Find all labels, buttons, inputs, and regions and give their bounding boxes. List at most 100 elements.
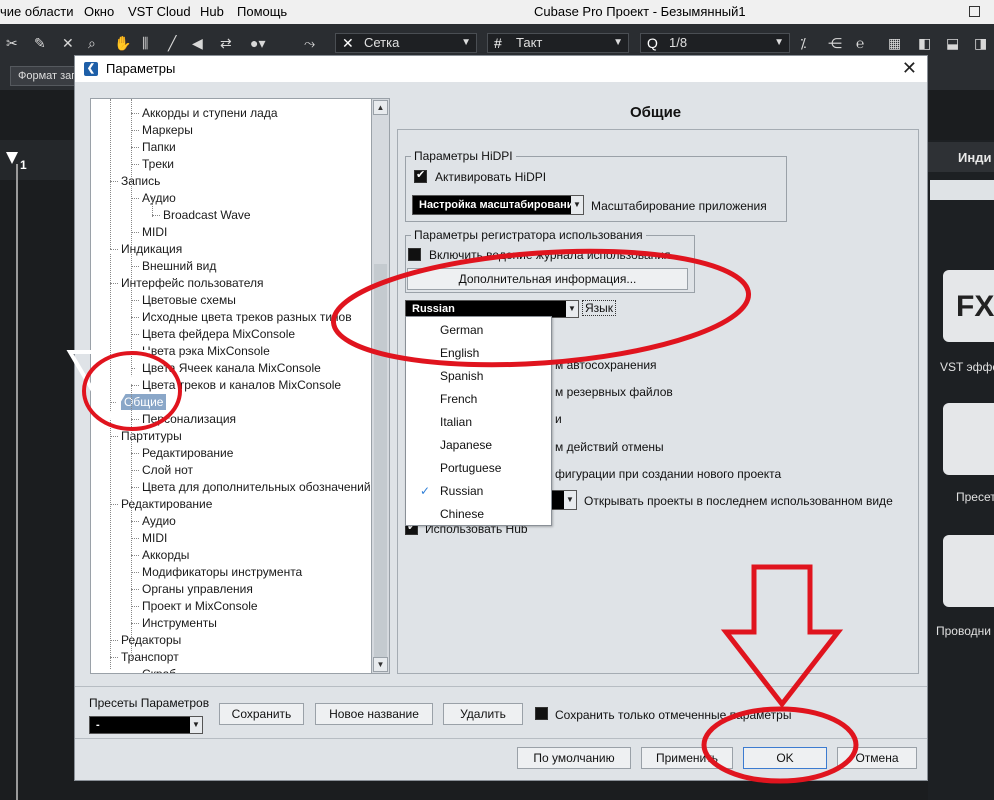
save-marked-checkbox[interactable] (535, 707, 548, 720)
scroll-up-icon[interactable]: ▲ (373, 100, 388, 115)
menu-item-vst-cloud[interactable]: VST Cloud (128, 4, 191, 19)
glue-tool-icon[interactable]: ⇄ (220, 35, 232, 51)
grid-type-select[interactable]: ✕ Сетка ▼ (335, 33, 477, 53)
tree-item[interactable]: Инструменты (142, 615, 217, 631)
tree-item[interactable]: Внешний вид (142, 258, 216, 274)
close-icon[interactable]: ✕ (902, 58, 917, 79)
tree-item[interactable]: Аккорды (142, 547, 189, 563)
apply-button[interactable]: Применить (641, 747, 733, 769)
right-zone-header[interactable]: Инди (928, 142, 994, 172)
tree-item[interactable]: Скраб (142, 666, 176, 673)
right-zone-icon[interactable]: ◨ (974, 35, 987, 51)
cut-tool-icon[interactable]: ✕ (62, 35, 74, 51)
language-option[interactable]: Chinese (440, 507, 484, 521)
browser-tile[interactable] (943, 535, 994, 607)
language-option[interactable]: Portuguese (440, 461, 501, 475)
presets-select[interactable]: - ▼ (89, 716, 203, 734)
line-tool-icon[interactable]: ╱ (168, 35, 176, 51)
tree-item[interactable]: Треки (142, 156, 174, 172)
new-name-button[interactable]: Новое название (315, 703, 433, 725)
chevron-down-icon: ▼ (774, 37, 784, 48)
audio-quantize-icon[interactable]: ℮ (856, 35, 864, 51)
scroll-down-icon[interactable]: ▼ (373, 657, 388, 672)
tree-connector (131, 147, 139, 148)
hidpi-activate-checkbox[interactable] (414, 168, 427, 183)
tree-item[interactable]: Запись (121, 173, 160, 189)
vst-effects-label: VST эффе (940, 360, 994, 374)
cancel-button[interactable]: Отмена (837, 747, 917, 769)
menu-item-hub[interactable]: Hub (200, 4, 224, 19)
chevron-down-icon: ▼ (571, 196, 583, 214)
tree-item[interactable]: Интерфейс пользователя (121, 275, 264, 291)
tree-connector (131, 487, 139, 488)
iterative-quantize-icon[interactable]: ⁒ (800, 35, 806, 51)
quantize-apply-icon[interactable]: ⋲ (828, 35, 842, 51)
chevron-down-icon: ▼ (461, 37, 471, 48)
restore-window-icon[interactable] (969, 6, 980, 17)
ok-button[interactable]: OK (743, 747, 827, 769)
language-option[interactable]: Russian (440, 484, 483, 498)
tree-item[interactable]: Редактирование (121, 496, 212, 512)
tree-item[interactable]: MIDI (142, 224, 167, 240)
menu-item-project-areas[interactable]: чие области (0, 4, 74, 19)
tree-item[interactable]: Цвета рэка MixConsole (142, 343, 270, 359)
menu-item-help[interactable]: Помощь (237, 4, 287, 19)
menu-item-window[interactable]: Окно (84, 4, 114, 19)
zoom-tool-icon[interactable]: ⌕ (88, 35, 96, 51)
tree-item[interactable]: Аудио (142, 190, 176, 206)
tree-item[interactable]: Маркеры (142, 122, 193, 138)
tree-item[interactable]: Аккорды и ступени лада (142, 105, 278, 121)
logger-enable-checkbox[interactable] (408, 248, 421, 261)
comp-tool-icon[interactable]: ⫼ (142, 35, 148, 51)
tree-item[interactable]: Цвета для дополнительных обозначений (142, 479, 371, 495)
language-option[interactable]: English (440, 346, 479, 360)
lower-zone-icon[interactable]: ⬓ (946, 35, 959, 51)
tree-item[interactable]: Персонализация (142, 411, 236, 427)
tree-item[interactable]: Цветовые схемы (142, 292, 236, 308)
hand-tool-icon[interactable]: ✋ (114, 35, 131, 51)
tree-item[interactable]: Аудио (142, 513, 176, 529)
tree-item[interactable]: Органы управления (142, 581, 253, 597)
delete-preset-button[interactable]: Удалить (443, 703, 523, 725)
snap-toggle-icon[interactable]: ⤳ (304, 35, 315, 51)
tree-item[interactable]: Цвета треков и каналов MixConsole (142, 377, 341, 393)
tree-item[interactable]: Модификаторы инструмента (142, 564, 302, 580)
save-preset-button[interactable]: Сохранить (219, 703, 304, 725)
hidpi-activate-label: Активировать HiDPI (435, 170, 547, 184)
language-option[interactable]: Spanish (440, 369, 483, 383)
grid-meter-select[interactable]: # Такт ▼ (487, 33, 629, 53)
record-format-button[interactable]: Формат зап (10, 66, 80, 86)
tree-item[interactable]: Broadcast Wave (163, 207, 251, 223)
tree-item[interactable]: Редактирование (142, 445, 233, 461)
tree-item[interactable]: Транспорт (121, 649, 179, 665)
erase-tool-icon[interactable]: ✎ (34, 35, 46, 51)
range-tool-icon[interactable]: ✂ (6, 35, 18, 51)
tree-item[interactable]: Цвета фейдера MixConsole (142, 326, 295, 342)
language-option[interactable]: Japanese (440, 438, 492, 452)
presets-tile[interactable] (943, 403, 994, 475)
tree-connector (110, 402, 118, 403)
tree-item[interactable]: Цвета Ячеек канала MixConsole (142, 360, 321, 376)
tree-item[interactable]: Общие (121, 394, 167, 410)
grid-type-value: Сетка (364, 35, 400, 50)
language-option[interactable]: German (440, 323, 483, 337)
right-zone-search[interactable] (930, 180, 994, 200)
tree-item[interactable]: Слой нот (142, 462, 193, 478)
tree-item[interactable]: Исходные цвета треков разных типов (142, 309, 352, 325)
quantize-select[interactable]: Q 1/8 ▼ (640, 33, 790, 53)
tree-item[interactable]: Папки (142, 139, 176, 155)
tree-scrollbar[interactable]: ▲ ▼ (371, 98, 390, 674)
left-zone-icon[interactable]: ◧ (918, 35, 931, 51)
default-button[interactable]: По умолчанию (517, 747, 631, 769)
mute-tool-icon[interactable]: ◀ (192, 35, 203, 51)
keyboard-icon[interactable]: ▦ (888, 35, 901, 51)
tree-item[interactable]: MIDI (142, 530, 167, 546)
scaling-select[interactable]: Настройка масштабирования ▼ (412, 195, 584, 215)
language-option[interactable]: French (440, 392, 477, 406)
more-info-button[interactable]: Дополнительная информация... (407, 268, 688, 290)
language-option[interactable]: Italian (440, 415, 472, 429)
grid-hash-icon: # (494, 35, 502, 51)
scroll-thumb[interactable] (374, 264, 387, 664)
color-tool-icon[interactable]: ●▾ (250, 35, 265, 51)
tree-item[interactable]: Проект и MixConsole (142, 598, 258, 614)
